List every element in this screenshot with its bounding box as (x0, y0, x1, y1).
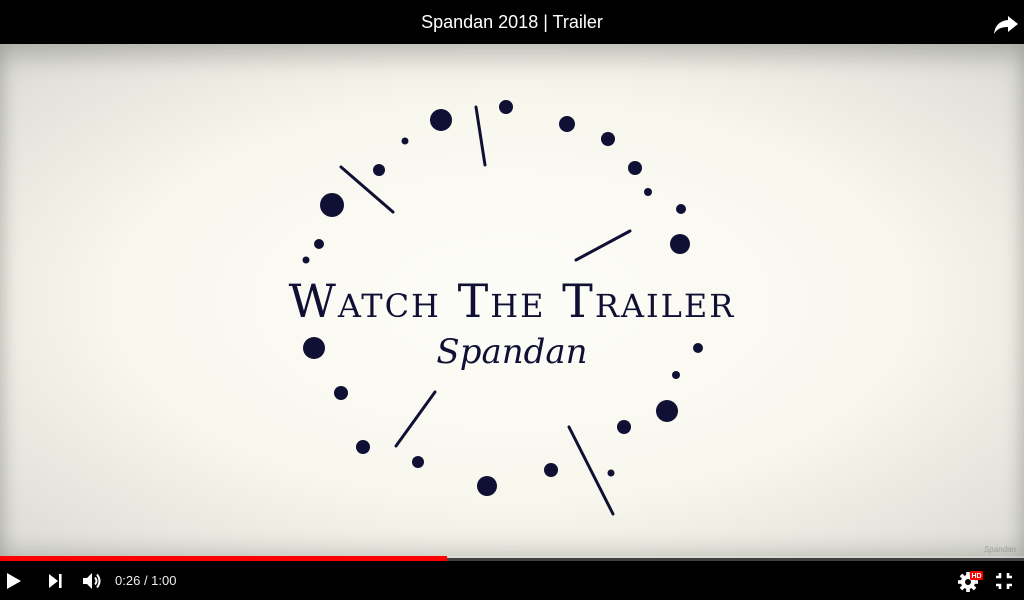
frame-heading: Watch The Trailer (288, 274, 736, 328)
time-display: 0:26 / 1:00 (115, 561, 176, 600)
gear-icon: HD (958, 570, 983, 592)
decor-dot (320, 193, 344, 217)
next-button[interactable] (42, 561, 68, 600)
decor-dot (672, 371, 680, 379)
decor-dot (302, 256, 310, 264)
exit-fullscreen-icon (996, 572, 1012, 589)
decor-dot (401, 137, 409, 145)
volume-icon (83, 572, 101, 589)
video-frame[interactable]: Watch The Trailer Spandan Spandan (0, 44, 1024, 558)
decor-line (474, 105, 487, 167)
volume-button[interactable] (78, 561, 106, 600)
video-title[interactable]: Spandan 2018 | Trailer (0, 0, 1024, 44)
decor-dot (499, 100, 513, 114)
title-bar: Spandan 2018 | Trailer (0, 0, 1024, 44)
decor-line (339, 165, 395, 214)
current-time: 0:26 (115, 573, 141, 588)
decor-line (574, 229, 632, 262)
decor-dot (628, 161, 642, 175)
decor-dot (607, 469, 615, 477)
control-bar: 0:26 / 1:00 HD (0, 561, 1024, 600)
decor-dot (356, 440, 370, 454)
decor-dot (601, 132, 615, 146)
decor-dot (559, 116, 575, 132)
decor-dot (373, 164, 385, 176)
decor-dot (314, 239, 324, 249)
decor-dot (644, 188, 652, 196)
settings-button[interactable]: HD (954, 561, 984, 600)
decor-line (567, 425, 615, 516)
watermark: Spandan (983, 545, 1016, 554)
decor-dot (430, 109, 452, 131)
exit-fullscreen-button[interactable] (990, 561, 1018, 600)
decor-dot (617, 420, 631, 434)
decor-dot (544, 463, 558, 477)
video-player[interactable]: Spandan 2018 | Trailer Watch The Trailer… (0, 0, 1024, 600)
share-button[interactable] (988, 6, 1024, 42)
decor-dot (412, 456, 424, 468)
duration: 1:00 (151, 573, 177, 588)
play-icon (7, 572, 21, 589)
quality-badge: HD (971, 573, 981, 580)
decor-line (394, 390, 437, 448)
frame-subtitle: Spandan (436, 332, 588, 372)
decor-dot (656, 400, 678, 422)
decor-dot (676, 204, 686, 214)
play-button[interactable] (0, 561, 26, 600)
next-icon (49, 573, 62, 588)
decor-dot (334, 386, 348, 400)
share-icon (994, 16, 1018, 34)
decor-dot (670, 234, 690, 254)
decor-dot (477, 476, 497, 496)
